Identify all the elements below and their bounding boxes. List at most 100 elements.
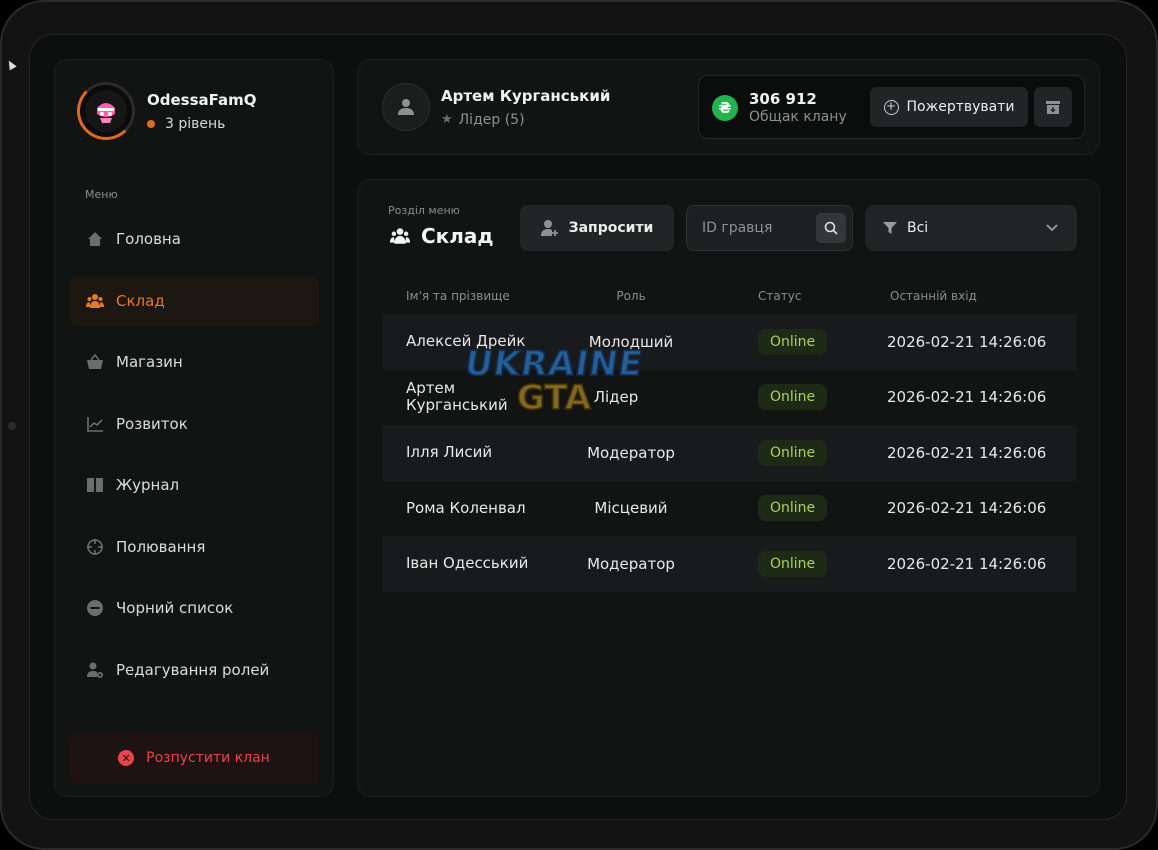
clan-avatar bbox=[77, 82, 135, 140]
leader-name: Артем Курганський bbox=[441, 86, 611, 105]
search-icon bbox=[824, 221, 838, 235]
members-table: Ім'я та прізвище Роль Статус Останній вх… bbox=[382, 278, 1077, 592]
plus-circle-icon: + bbox=[883, 99, 899, 115]
archive-button[interactable] bbox=[1034, 87, 1072, 127]
sidebar-item-blacklist[interactable]: Чорний список bbox=[69, 583, 319, 633]
member-last-login: 2026-02-21 14:26:06 bbox=[887, 388, 1047, 407]
leader-info: Артем Курганський ★ Лідер (5) bbox=[382, 83, 610, 131]
member-last-login: 2026-02-21 14:26:06 bbox=[887, 554, 1047, 573]
filter-icon bbox=[883, 221, 897, 235]
sidebar-item-journal[interactable]: Журнал bbox=[69, 460, 319, 510]
player-id-input[interactable] bbox=[687, 206, 812, 250]
sidebar-item-label: Чорний список bbox=[116, 599, 234, 617]
header-panel: Артем Курганський ★ Лідер (5) ₴ 306 912 … bbox=[357, 59, 1100, 155]
chart-icon bbox=[85, 414, 105, 434]
member-last-login: 2026-02-21 14:26:06 bbox=[887, 499, 1047, 518]
column-header-status: Статус bbox=[758, 289, 802, 303]
leader-role-text: Лідер (5) bbox=[458, 111, 525, 128]
leader-avatar bbox=[382, 83, 430, 131]
status-badge: Online bbox=[758, 328, 828, 355]
sidebar-item-home[interactable]: Головна bbox=[69, 214, 319, 264]
device-frame: OdessaFamQ 3 рівень Меню Головна Склад М… bbox=[0, 0, 1158, 850]
donate-button[interactable]: + Пожертвувати bbox=[870, 87, 1028, 127]
crosshair-icon bbox=[85, 537, 105, 557]
sidebar-item-label: Журнал bbox=[116, 476, 180, 494]
home-icon bbox=[85, 229, 105, 249]
disband-clan-button[interactable]: ✕ Розпустити клан bbox=[69, 732, 319, 784]
column-header-role: Роль bbox=[616, 289, 646, 303]
sidebar-item-shop[interactable]: Магазин bbox=[69, 337, 319, 387]
table-row[interactable]: Ілля Лисий Модератор Online 2026-02-21 1… bbox=[382, 425, 1077, 481]
chevron-down-icon bbox=[1045, 221, 1059, 235]
mouse-cursor-icon bbox=[5, 58, 17, 71]
user-gear-icon bbox=[85, 660, 105, 680]
member-name: Алексей Дрейк bbox=[406, 332, 526, 351]
table-body: Алексей Дрейк Молодший Online 2026-02-21… bbox=[382, 314, 1077, 592]
role-filter-select[interactable]: Всі bbox=[865, 205, 1077, 251]
sidebar-item-hunting[interactable]: Полювання bbox=[69, 522, 319, 572]
close-circle-icon: ✕ bbox=[118, 750, 135, 766]
bank-amount: 306 912 bbox=[749, 90, 817, 108]
filter-value: Всі bbox=[907, 220, 929, 236]
sidebar-menu: Головна Склад Магазин Розвиток Журнал По… bbox=[69, 214, 319, 706]
table-row[interactable]: Рома Коленвал Місцевий Online 2026-02-21… bbox=[382, 480, 1077, 536]
user-plus-icon bbox=[540, 219, 559, 237]
screen: OdessaFamQ 3 рівень Меню Головна Склад М… bbox=[29, 34, 1127, 820]
leader-role: ★ Лідер (5) bbox=[441, 112, 610, 128]
column-header-name: Ім'я та прізвище bbox=[406, 288, 510, 303]
column-header-last-login: Останній вхід bbox=[890, 289, 977, 303]
disband-clan-label: Розпустити клан bbox=[146, 750, 270, 766]
sidebar-item-development[interactable]: Розвиток bbox=[69, 399, 319, 449]
member-last-login: 2026-02-21 14:26:06 bbox=[887, 443, 1047, 462]
sidebar-item-roster[interactable]: Склад bbox=[69, 275, 319, 326]
table-header: Ім'я та прізвище Роль Статус Останній вх… bbox=[382, 278, 1077, 314]
archive-icon bbox=[1046, 101, 1060, 114]
sidebar-item-label: Розвиток bbox=[116, 414, 188, 433]
page-title: Склад bbox=[388, 224, 494, 248]
sidebar-item-label: Головна bbox=[116, 230, 181, 248]
donate-label: Пожертвувати bbox=[906, 99, 1015, 115]
clan-level-text: 3 рівень bbox=[165, 115, 226, 132]
invite-button[interactable]: Запросити bbox=[520, 205, 674, 251]
search-button[interactable] bbox=[816, 213, 846, 243]
sidebar-item-label: Полювання bbox=[116, 537, 206, 556]
user-icon bbox=[398, 99, 414, 115]
table-row[interactable]: Артем Курганський Лідер Online 2026-02-2… bbox=[382, 369, 1077, 425]
bank-label: Общак клану bbox=[749, 109, 847, 125]
member-role: Молодший bbox=[588, 332, 674, 351]
section-label: Розділ меню bbox=[388, 204, 460, 217]
sidebar-item-role-edit[interactable]: Редагування ролей bbox=[69, 645, 319, 695]
status-badge: Online bbox=[758, 439, 828, 466]
status-badge: Online bbox=[758, 550, 828, 577]
book-icon bbox=[85, 475, 105, 495]
clan-logo-icon bbox=[97, 103, 115, 123]
member-role: Модератор bbox=[587, 443, 675, 462]
basket-icon bbox=[85, 352, 105, 372]
member-name: Ілля Лисий bbox=[406, 443, 493, 462]
minus-circle-icon bbox=[85, 598, 105, 618]
sidebar-item-label: Редагування ролей bbox=[116, 660, 270, 679]
status-badge: Online bbox=[758, 495, 828, 522]
clan-level: 3 рівень bbox=[147, 116, 257, 132]
table-row[interactable]: Іван Одесський Модератор Online 2026-02-… bbox=[382, 536, 1077, 592]
clan-name: OdessaFamQ bbox=[147, 90, 257, 109]
hryvnia-icon: ₴ bbox=[712, 95, 738, 121]
member-name: Рома Коленвал bbox=[406, 498, 526, 517]
page-title-text: Склад bbox=[421, 224, 494, 248]
sidebar-item-label: Склад bbox=[116, 291, 165, 310]
users-icon bbox=[388, 225, 412, 247]
invite-label: Запросити bbox=[568, 220, 654, 236]
users-icon bbox=[85, 291, 105, 311]
member-last-login: 2026-02-21 14:26:06 bbox=[887, 332, 1047, 351]
status-badge: Online bbox=[758, 384, 828, 411]
level-dot-icon bbox=[147, 119, 155, 128]
member-name: Іван Одесський bbox=[406, 554, 529, 573]
main-panel: Розділ меню Склад Запросити ID гравця Вс… bbox=[357, 179, 1100, 797]
star-icon: ★ bbox=[441, 112, 453, 127]
member-role: Модератор bbox=[587, 554, 675, 573]
table-row[interactable]: Алексей Дрейк Молодший Online 2026-02-21… bbox=[382, 314, 1077, 370]
clan-bank: ₴ 306 912 Общак клану + Пожертвувати bbox=[698, 75, 1085, 139]
sidebar-item-label: Магазин bbox=[116, 353, 183, 371]
player-search bbox=[686, 205, 853, 251]
clan-avatar-image bbox=[85, 90, 127, 132]
